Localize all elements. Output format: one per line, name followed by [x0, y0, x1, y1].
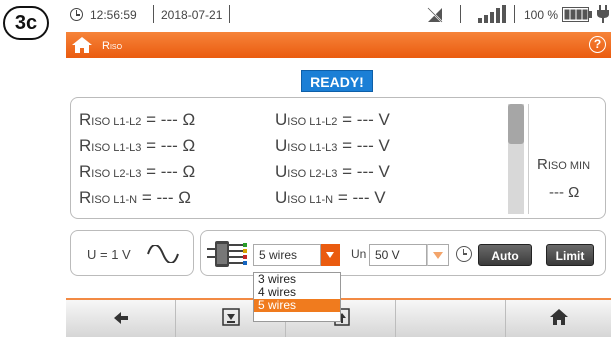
- timer-icon: [456, 246, 472, 262]
- help-icon[interactable]: ?: [589, 36, 606, 53]
- screen-title: RISO: [102, 40, 123, 52]
- rmin-value: --- Ω: [549, 184, 580, 201]
- results-scrollbar[interactable]: [508, 104, 524, 214]
- nav-blank-button[interactable]: [396, 300, 506, 337]
- status-divider: [229, 5, 230, 23]
- uiso-l1-l2: UISO L1-L2 = --- V: [275, 110, 390, 129]
- clock-icon: [70, 8, 83, 21]
- riso-l1-n: RISO L1-N = --- Ω: [79, 188, 191, 207]
- home-icon[interactable]: [71, 36, 93, 54]
- uiso-l2-l3: UISO L2-L3 = --- V: [275, 162, 390, 181]
- battery-icon: [562, 7, 592, 22]
- voltage-panel[interactable]: U = 1 V: [70, 230, 194, 276]
- riso-l1-l3: RISO L1-L3 = --- Ω: [79, 136, 196, 155]
- rmin-divider: [528, 104, 529, 214]
- save-icon: [222, 308, 240, 326]
- home-icon: [550, 309, 568, 325]
- no-signal-icon: [427, 7, 443, 23]
- status-bar: 12:56:59 2018-07-21 100 %: [66, 2, 611, 30]
- voltage-label: U = 1 V: [87, 247, 131, 262]
- uiso-l1-n: UISO L1-N = --- V: [275, 188, 386, 207]
- un-dropdown-button[interactable]: [427, 244, 449, 266]
- wires-dropdown-button[interactable]: [321, 244, 340, 266]
- un-label: Un: [351, 247, 367, 261]
- status-divider: [460, 5, 461, 23]
- un-select[interactable]: 50 V: [369, 244, 427, 266]
- battery-percent: 100 %: [524, 8, 559, 22]
- clock-date: 2018-07-21: [161, 8, 223, 22]
- meter-screen: 3c 12:56:59 2018-07-21 100 % RISO ? READ…: [0, 0, 611, 337]
- uiso-l1-l3: UISO L1-L3 = --- V: [275, 136, 390, 155]
- results-panel: RISO L1-L2 = --- Ω UISO L1-L2 = --- V RI…: [70, 97, 606, 219]
- rmin-label: RISO MIN: [537, 156, 591, 173]
- settings-panel: 5 wires Un 50 V Auto Limit: [200, 230, 606, 276]
- step-label: 3c: [3, 6, 49, 40]
- plug-icon: [597, 5, 609, 23]
- scroll-thumb[interactable]: [508, 104, 524, 144]
- wires-select[interactable]: 5 wires: [253, 244, 321, 266]
- wires-option-5[interactable]: 5 wires: [254, 299, 340, 312]
- riso-l1-l2: RISO L1-L2 = --- Ω: [79, 110, 196, 129]
- back-arrow-icon: [114, 312, 128, 324]
- status-divider: [153, 5, 154, 23]
- clock-time: 12:56:59: [90, 8, 137, 22]
- status-divider: [514, 5, 515, 23]
- adapter-icon[interactable]: [205, 237, 249, 271]
- riso-l2-l3: RISO L2-L3 = --- Ω: [79, 162, 196, 181]
- signal-bars-icon: [478, 5, 506, 23]
- wires-dropdown-list[interactable]: 3 wires 4 wires 5 wires: [253, 272, 341, 322]
- nav-home-button[interactable]: [506, 300, 611, 337]
- nav-back-button[interactable]: [66, 300, 176, 337]
- sine-wave-icon: [147, 245, 179, 263]
- auto-button[interactable]: Auto: [478, 244, 532, 266]
- title-bar: RISO ?: [66, 32, 611, 58]
- status-badge: READY!: [301, 70, 373, 92]
- limit-button[interactable]: Limit: [546, 244, 594, 266]
